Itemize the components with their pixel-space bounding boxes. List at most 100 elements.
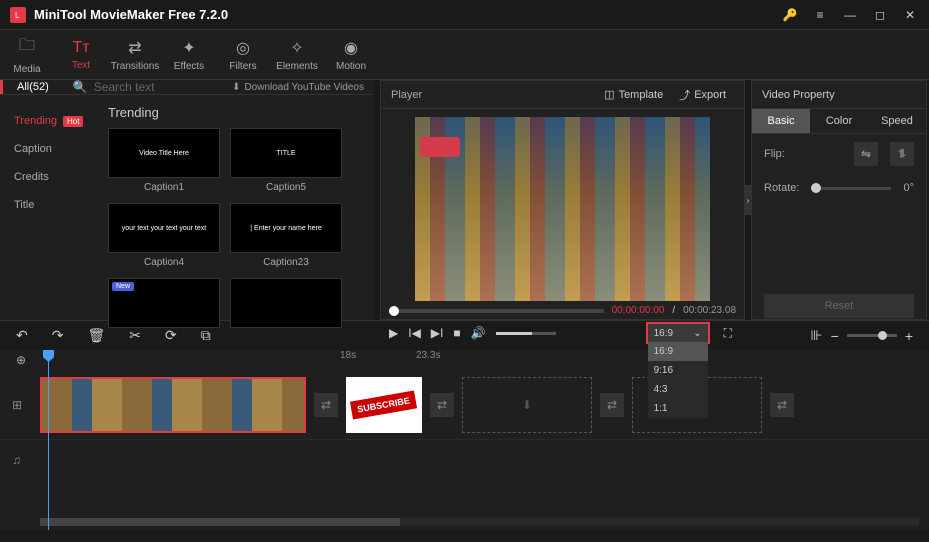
volume-slider[interactable] xyxy=(496,332,556,335)
aspect-option[interactable]: 9:16 xyxy=(648,361,708,380)
search-icon: 🔍 xyxy=(73,80,88,94)
video-clip-1[interactable] xyxy=(40,377,306,433)
play-button[interactable]: ▶ xyxy=(389,326,398,340)
sidebar-item-credits[interactable]: Credits xyxy=(0,163,100,191)
zoom-in-button[interactable]: + xyxy=(905,328,913,344)
rotate-value: 0° xyxy=(903,182,914,194)
speed-button[interactable]: ⟳ xyxy=(165,327,177,344)
maximize-button[interactable]: ◻ xyxy=(871,6,889,24)
caption-thumb: TITLE xyxy=(230,128,342,178)
time-current: 00:00:00:00 xyxy=(612,305,665,316)
delete-button[interactable]: 🗑 xyxy=(87,327,105,344)
media-icon: 🗀 xyxy=(19,34,35,61)
transition-slot[interactable]: ⇄ xyxy=(770,393,794,417)
fit-width-icon[interactable]: ⊪ xyxy=(810,327,822,344)
caption-card[interactable]: Video Title HereCaption1 xyxy=(108,128,220,193)
ruler-mark: 18s xyxy=(340,350,356,361)
zoom-out-button[interactable]: − xyxy=(831,328,839,344)
fullscreen-button[interactable]: ⛶ xyxy=(720,326,736,341)
playhead[interactable] xyxy=(48,350,49,530)
flip-vertical-button[interactable]: ⥮ xyxy=(890,142,914,166)
app-title: MiniTool MovieMaker Free 7.2.0 xyxy=(34,7,781,22)
tool-motion[interactable]: ◉Motion xyxy=(324,30,378,79)
player-title: Player xyxy=(391,89,596,101)
expand-tab[interactable]: › xyxy=(744,185,752,215)
download-icon: ⬇ xyxy=(232,82,240,93)
download-youtube-link[interactable]: ⬇ Download YouTube Videos xyxy=(222,82,374,93)
tool-filters[interactable]: ◎Filters xyxy=(216,30,270,79)
flip-label: Flip: xyxy=(764,148,785,160)
motion-icon: ◉ xyxy=(344,38,358,58)
tool-text[interactable]: TᴛText xyxy=(54,30,108,79)
caption-card[interactable]: | Enter your name hereCaption23 xyxy=(230,203,342,268)
reset-button[interactable]: Reset xyxy=(764,294,914,318)
timeline-scrollbar[interactable] xyxy=(40,518,919,526)
caption-thumb: Video Title Here xyxy=(108,128,220,178)
tool-elements[interactable]: ✧Elements xyxy=(270,30,324,79)
next-frame-button[interactable]: ▶I xyxy=(431,326,444,340)
tool-effects[interactable]: ✦Effects xyxy=(162,30,216,79)
chevron-down-icon: ⌄ xyxy=(693,328,701,339)
aspect-option[interactable]: 1:1 xyxy=(648,399,708,418)
template-icon: ◫ xyxy=(604,88,614,101)
time-total: 00:00:23.08 xyxy=(683,305,736,316)
key-icon[interactable]: 🔑 xyxy=(781,6,799,24)
tool-transitions[interactable]: ⇄Transitions xyxy=(108,30,162,79)
aspect-option[interactable]: 4:3 xyxy=(648,380,708,399)
close-button[interactable]: ✕ xyxy=(901,6,919,24)
rotate-slider[interactable] xyxy=(811,187,891,190)
prev-frame-button[interactable]: I◀ xyxy=(408,326,421,340)
template-button[interactable]: ◫Template xyxy=(596,88,671,101)
tab-basic[interactable]: Basic xyxy=(752,109,810,133)
hot-badge: Hot xyxy=(63,116,83,127)
stop-button[interactable]: ■ xyxy=(453,326,460,340)
audio-track-icon: ♫ xyxy=(12,453,32,467)
sidebar-item-title[interactable]: Title xyxy=(0,191,100,219)
video-clip-2[interactable]: SUBSCRIBE xyxy=(346,377,422,433)
transitions-icon: ⇄ xyxy=(128,38,141,58)
ruler-mark: 23.3s xyxy=(416,350,440,361)
sidebar-item-caption[interactable]: Caption xyxy=(0,135,100,163)
caption-card[interactable] xyxy=(230,278,342,332)
caption-card[interactable]: your text your text your textCaption4 xyxy=(108,203,220,268)
caption-thumb: | Enter your name here xyxy=(230,203,342,253)
flip-horizontal-button[interactable]: ⇋ xyxy=(854,142,878,166)
redo-button[interactable]: ↷ xyxy=(52,327,64,344)
tab-speed[interactable]: Speed xyxy=(868,109,926,133)
caption-thumb xyxy=(230,278,342,328)
empty-clip-slot[interactable]: ⬇ xyxy=(462,377,592,433)
sidebar-item-trending[interactable]: TrendingHot xyxy=(0,107,100,135)
split-button[interactable]: ✂ xyxy=(129,327,141,344)
export-button[interactable]: ⤴Export xyxy=(671,87,734,103)
app-icon: L xyxy=(10,7,26,23)
tab-color[interactable]: Color xyxy=(810,109,868,133)
rotate-label: Rotate: xyxy=(764,182,799,194)
transition-slot[interactable]: ⇄ xyxy=(430,393,454,417)
caption-card[interactable]: New xyxy=(108,278,220,332)
aspect-option[interactable]: 16:9 xyxy=(648,342,708,361)
export-icon: ⤴ xyxy=(679,87,690,103)
all-filter[interactable]: All(52) xyxy=(0,80,63,94)
seek-bar[interactable] xyxy=(389,309,604,313)
video-preview[interactable] xyxy=(415,117,710,301)
minimize-button[interactable]: — xyxy=(841,6,859,24)
text-icon: Tᴛ xyxy=(72,39,89,57)
transition-slot[interactable]: ⇄ xyxy=(314,393,338,417)
tool-media[interactable]: 🗀Media xyxy=(0,30,54,79)
svg-text:L: L xyxy=(15,11,20,20)
elements-icon: ✧ xyxy=(290,38,303,58)
aspect-ratio-select[interactable]: 16:9 ⌄ xyxy=(648,324,708,342)
volume-icon[interactable]: 🔊 xyxy=(471,326,486,340)
search-input[interactable]: 🔍 Search text xyxy=(63,80,222,94)
caption-thumb: your text your text your text xyxy=(108,203,220,253)
crop-button[interactable]: ⧉ xyxy=(201,327,211,344)
new-badge: New xyxy=(112,282,134,291)
grid-title: Trending xyxy=(108,105,366,120)
zoom-slider[interactable] xyxy=(847,334,897,337)
fit-timeline-button[interactable]: ⊕ xyxy=(16,353,26,367)
caption-card[interactable]: TITLECaption5 xyxy=(230,128,342,193)
undo-button[interactable]: ↶ xyxy=(16,327,28,344)
menu-icon[interactable]: ≡ xyxy=(811,6,829,24)
transition-slot[interactable]: ⇄ xyxy=(600,393,624,417)
props-title: Video Property xyxy=(752,81,926,109)
